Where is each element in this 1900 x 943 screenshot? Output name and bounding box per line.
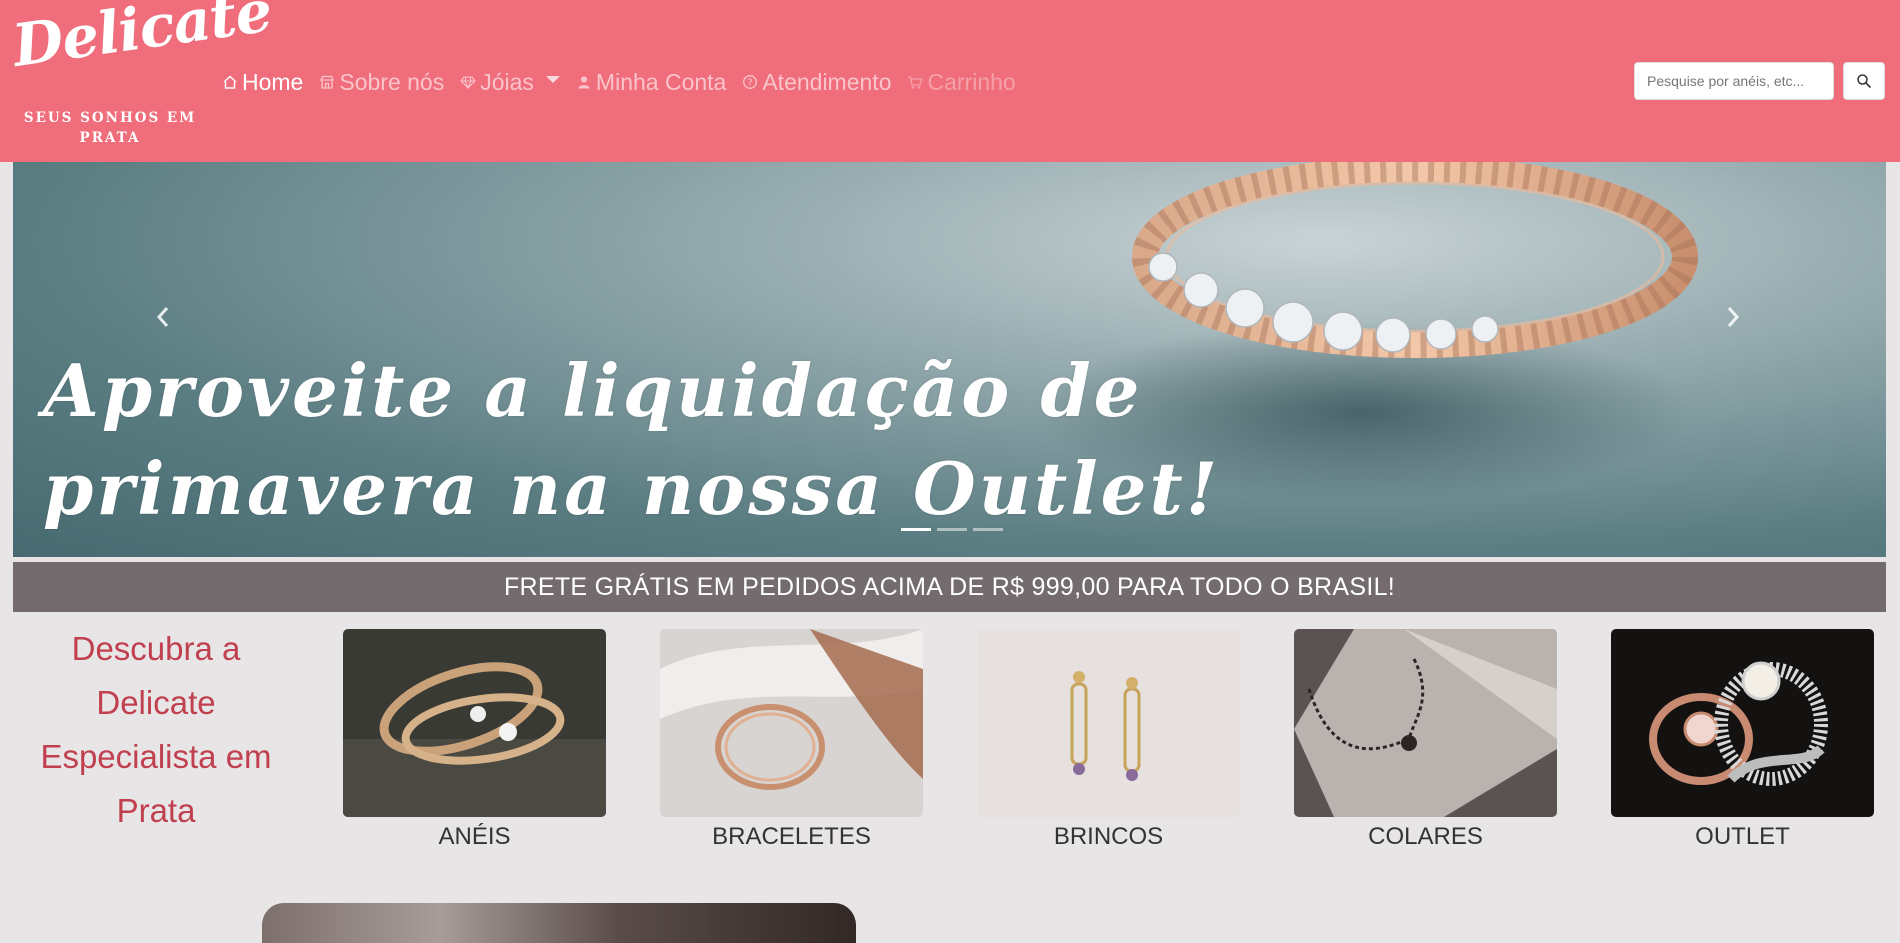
category-braceletes-image (660, 629, 923, 817)
store-icon (320, 75, 335, 89)
chevron-down-icon (545, 75, 560, 83)
nav-item-atendimento[interactable]: ? Atendimento (742, 69, 891, 96)
home-icon (223, 75, 237, 89)
search-input[interactable] (1634, 62, 1834, 100)
nav-label-atendimento: Atendimento (762, 68, 892, 95)
category-colares-label: COLARES (1368, 823, 1483, 850)
nav-label-joias: Jóias (480, 68, 534, 95)
chevron-right-icon (1727, 307, 1740, 327)
chevron-left-icon (156, 307, 169, 327)
diamond-icon (460, 76, 476, 90)
category-braceletes-label: BRACELETES (712, 823, 871, 850)
nav-item-carrinho[interactable]: Carrinho (907, 68, 1016, 96)
carousel-indicator-3[interactable] (973, 528, 1003, 531)
category-brincos-image (977, 629, 1240, 817)
nav-item-minha-conta[interactable]: Minha Conta (576, 69, 726, 96)
nav-label-home: Home (242, 68, 304, 95)
carousel-indicators (898, 528, 1006, 531)
shipping-banner: FRETE GRÁTIS EM PEDIDOS ACIMA DE R$ 999,… (13, 562, 1886, 612)
category-braceletes[interactable]: BRACELETES (660, 629, 923, 851)
svg-text:?: ? (748, 78, 753, 89)
category-colares-image (1294, 629, 1557, 817)
nav-item-home[interactable]: Home (222, 69, 303, 96)
carousel-caption: Aproveite a liquidação de primavera na n… (43, 342, 1443, 538)
shipping-banner-text: FRETE GRÁTIS EM PEDIDOS ACIMA DE R$ 999,… (503, 572, 1396, 601)
carousel-prev-button[interactable] (143, 292, 183, 342)
cart-icon (908, 76, 923, 89)
carousel-caption-line1: Aproveite a liquidação de (43, 348, 1143, 433)
search-button[interactable] (1843, 62, 1885, 100)
nav-item-sobre-nos[interactable]: Sobre nós (319, 69, 444, 96)
featured-image (262, 903, 856, 943)
category-brincos-label: BRINCOS (1053, 823, 1164, 850)
category-colares[interactable]: COLARES (1294, 629, 1557, 851)
hero-carousel[interactable]: Aproveite a liquidação de primavera na n… (13, 162, 1886, 557)
brand-name: Delicate (8, 0, 276, 80)
discover-line3: Prata (116, 792, 196, 829)
nav-label-sobre-nos: Sobre nós (339, 68, 445, 95)
user-icon (578, 76, 590, 89)
carousel-next-button[interactable] (1713, 292, 1753, 342)
brand-logo[interactable]: Delicate SEUS SONHOS EM PRATA (9, 0, 276, 150)
nav-label-carrinho: Carrinho (927, 68, 1016, 95)
carousel-indicator-1[interactable] (901, 528, 931, 531)
discover-heading: Descubra a Delicate Especialista em Prat… (10, 622, 302, 838)
main-nav: Home Sobre nós Jóias Minha Conta ? Atend… (222, 64, 1032, 100)
carousel-indicator-2[interactable] (937, 528, 967, 531)
carousel-caption-line2: primavera na nossa Outlet! (43, 446, 1221, 531)
nav-label-minha-conta: Minha Conta (595, 68, 727, 95)
category-aneis[interactable]: ANÉIS (343, 629, 606, 851)
help-circle-icon: ? (743, 75, 758, 89)
category-brincos[interactable]: BRINCOS (977, 629, 1240, 851)
category-aneis-image (343, 629, 606, 817)
category-aneis-label: ANÉIS (438, 823, 511, 850)
category-outlet-label: OUTLET (1695, 823, 1790, 850)
brand-tagline: SEUS SONHOS EM PRATA (23, 110, 197, 146)
nav-item-joias[interactable]: Jóias (460, 69, 560, 96)
discover-line2: Especialista em (40, 738, 272, 775)
discover-line1: Descubra a Delicate (71, 630, 241, 721)
search-icon (1857, 74, 1872, 89)
category-outlet-image (1611, 629, 1874, 817)
category-outlet[interactable]: OUTLET (1611, 629, 1874, 851)
navbar: Delicate SEUS SONHOS EM PRATA Home Sobre… (0, 0, 1900, 162)
